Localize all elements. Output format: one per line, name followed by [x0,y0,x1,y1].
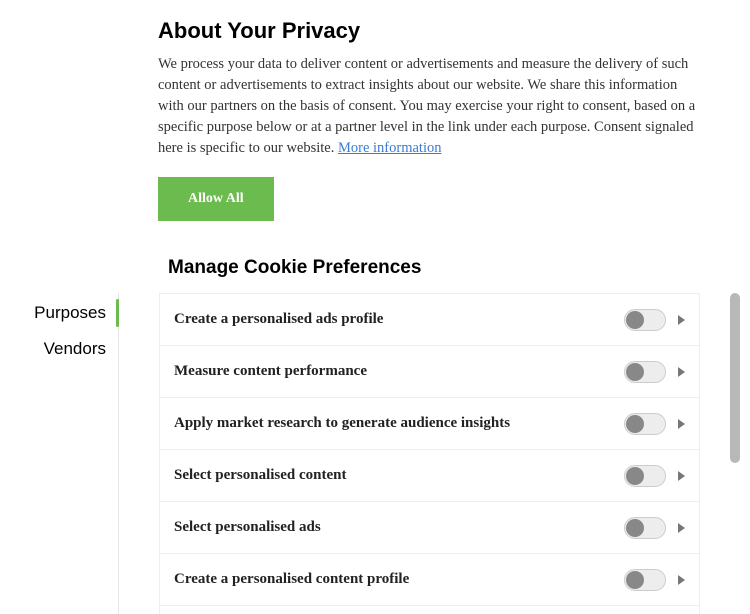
page-title: About Your Privacy [158,18,710,44]
chevron-right-icon[interactable] [678,523,685,533]
preference-label: Create a personalised ads profile [174,311,624,328]
allow-all-button[interactable]: Allow All [158,177,274,221]
preference-toggle[interactable] [624,569,666,591]
more-information-link[interactable]: More information [338,140,442,156]
preference-label: Apply market research to generate audien… [174,415,624,432]
chevron-right-icon[interactable] [678,419,685,429]
preference-label: Measure content performance [174,363,624,380]
preference-row: Select personalised ads [160,502,699,554]
chevron-right-icon[interactable] [678,575,685,585]
preference-label: Select personalised content [174,467,624,484]
preferences-list: Create a personalised ads profile Measur… [159,293,700,614]
preference-row: Apply market research to generate audien… [160,398,699,450]
section-title: Manage Cookie Preferences [0,239,750,293]
tab-purposes[interactable]: Purposes [0,295,116,331]
preference-toggle[interactable] [624,413,666,435]
preference-row: Create a personalised ads profile [160,294,699,346]
preference-toggle[interactable] [624,361,666,383]
preference-row: Create a personalised content profile [160,554,699,606]
preference-label: Select personalised ads [174,519,624,536]
chevron-right-icon[interactable] [678,367,685,377]
preference-toggle[interactable] [624,465,666,487]
preference-label: Create a personalised content profile [174,571,624,588]
preference-row: Measure content performance [160,346,699,398]
scrollbar-thumb[interactable] [730,293,740,463]
preference-toggle[interactable] [624,309,666,331]
preference-toggle[interactable] [624,517,666,539]
chevron-right-icon[interactable] [678,315,685,325]
sidebar: Purposes Vendors [0,293,116,614]
scrollbar[interactable] [730,293,740,614]
privacy-description: We process your data to deliver content … [158,54,703,159]
preference-row: Select personalised content [160,450,699,502]
tab-vendors[interactable]: Vendors [0,331,116,367]
chevron-right-icon[interactable] [678,471,685,481]
